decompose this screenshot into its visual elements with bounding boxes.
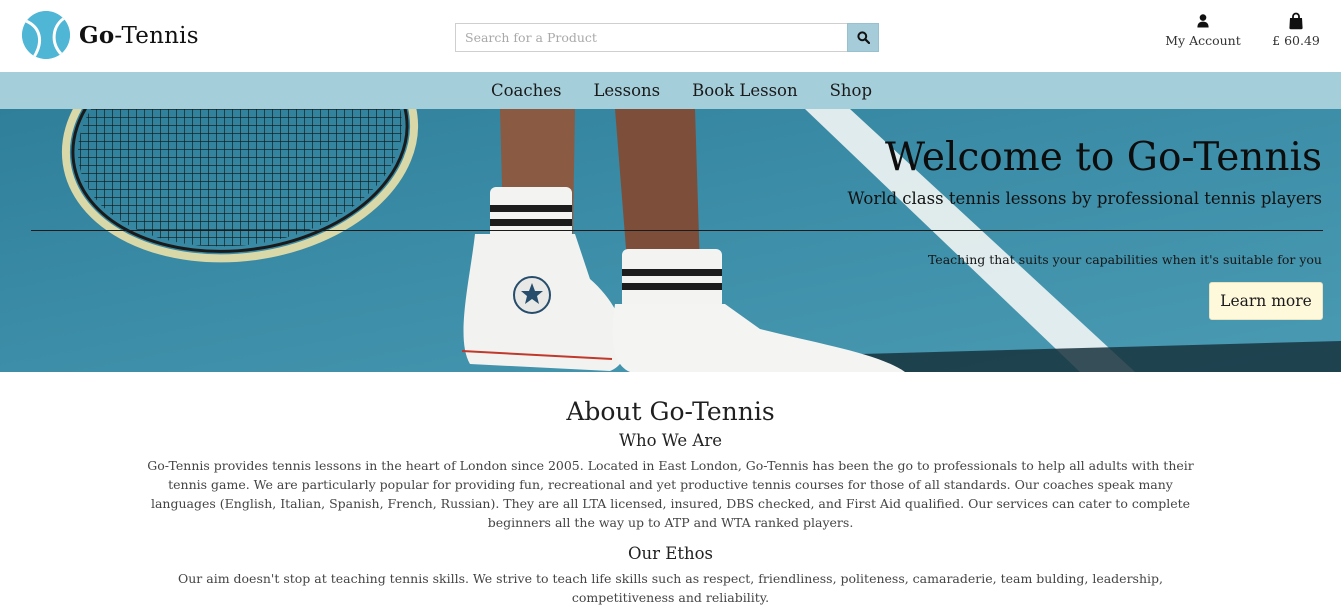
user-icon [1197,14,1209,28]
search-input[interactable] [455,23,847,52]
nav-item-book-lesson[interactable]: Book Lesson [692,81,797,100]
about-section: About Go-Tennis Who We Are Go-Tennis pro… [0,372,1341,605]
my-account-label: My Account [1165,33,1241,48]
who-we-are-heading: Who We Are [619,431,722,450]
cart-link[interactable]: £ 60.49 [1266,12,1326,48]
site-header: Go-Tennis My Account £ 60.49 [0,0,1341,72]
cart-total: £ 60.49 [1272,33,1320,48]
search-button[interactable] [847,23,879,52]
hero-subtitle: World class tennis lessons by profession… [847,189,1322,208]
nav-item-lessons[interactable]: Lessons [593,81,660,100]
about-title: About Go-Tennis [566,397,775,426]
our-ethos-text: Our aim doesn't stop at teaching tennis … [178,571,1163,605]
our-ethos-heading: Our Ethos [628,544,713,563]
brand-name: Go-Tennis [79,21,199,49]
search-bar [455,23,879,52]
nav-item-shop[interactable]: Shop [830,81,872,100]
search-icon [856,31,870,44]
nav-item-coaches[interactable]: Coaches [491,81,562,100]
hero-banner: Welcome to Go-Tennis World class tennis … [0,109,1341,372]
hero-tagline: Teaching that suits your capabilities wh… [927,252,1322,267]
brand-logo[interactable]: Go-Tennis [22,11,199,59]
my-account-link[interactable]: My Account [1160,12,1246,48]
tennis-ball-icon [22,11,70,59]
hero-title: Welcome to Go-Tennis [885,135,1322,180]
main-nav: Coaches Lessons Book Lesson Shop [0,72,1341,109]
hero-divider [31,230,1323,231]
who-we-are-text: Go-Tennis provides tennis lessons in the… [147,458,1194,530]
learn-more-button[interactable]: Learn more [1209,282,1323,320]
shopping-bag-icon [1289,12,1303,30]
